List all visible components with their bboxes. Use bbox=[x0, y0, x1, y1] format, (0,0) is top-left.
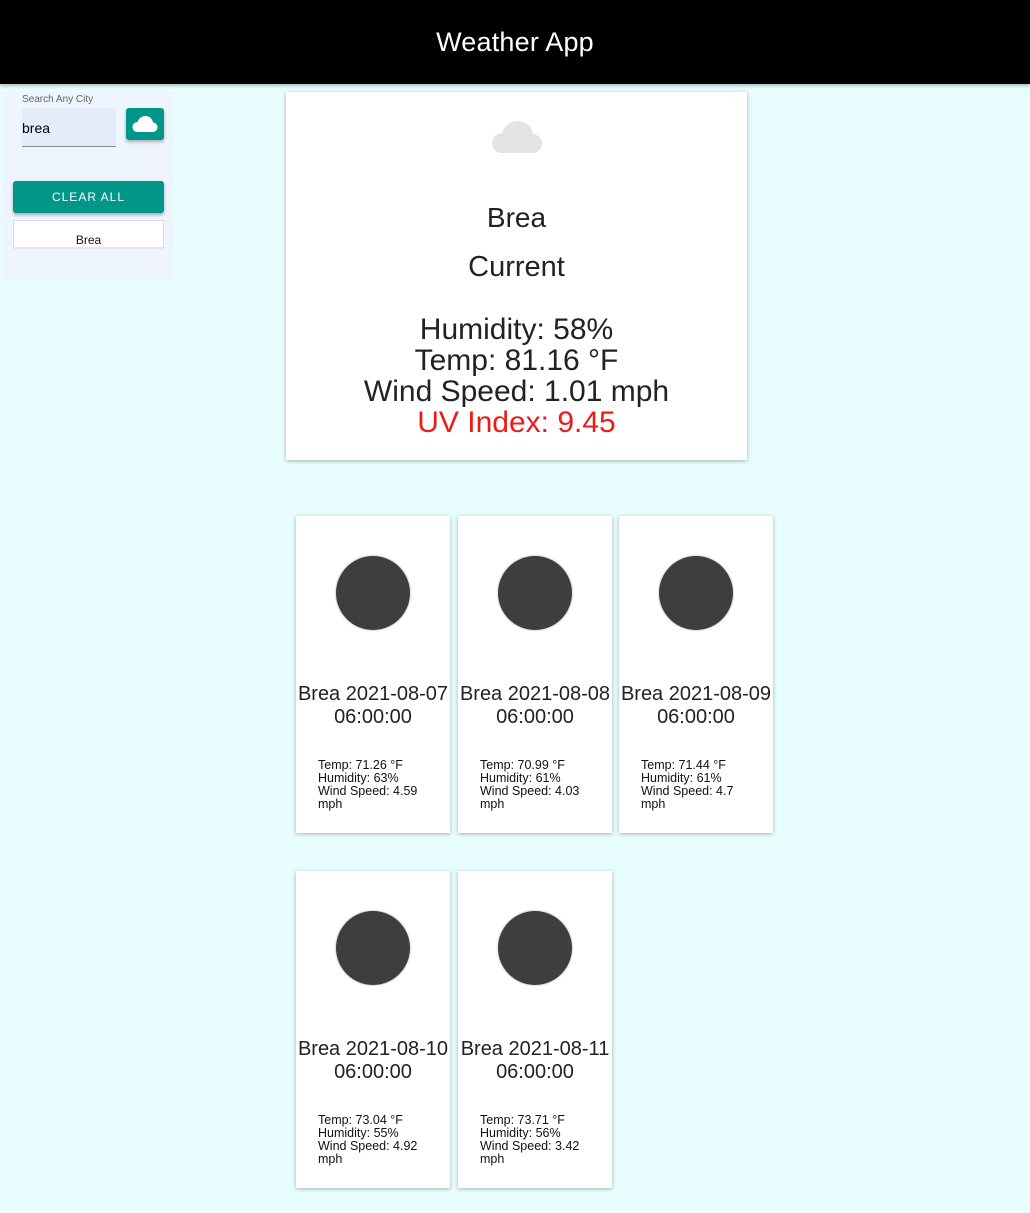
forecast-stats: Temp: 71.26 °F Humidity: 63% Wind Speed:… bbox=[318, 759, 436, 811]
forecast-title: Brea 2021-08-10 06:00:00 bbox=[297, 1038, 449, 1083]
weather-icon-placeholder bbox=[498, 911, 572, 985]
forecast-card: Brea 2021-08-11 06:00:00 Temp: 73.71 °F … bbox=[458, 871, 612, 1188]
search-label: Search Any City bbox=[22, 94, 94, 105]
forecast-card: Brea 2021-08-10 06:00:00 Temp: 73.04 °F … bbox=[296, 871, 450, 1188]
forecast-wind-speed: Wind Speed: 3.42 mph bbox=[480, 1139, 580, 1166]
current-weather-card: Brea Current Humidity: 58% Temp: 81.16 °… bbox=[286, 92, 747, 460]
forecast-title: Brea 2021-08-11 06:00:00 bbox=[460, 1038, 610, 1083]
current-label: Current bbox=[468, 251, 565, 283]
forecast-card: Brea 2021-08-08 06:00:00 Temp: 70.99 °F … bbox=[458, 516, 612, 833]
app-header: Weather App bbox=[0, 0, 1030, 84]
forecast-stats: Temp: 71.44 °F Humidity: 61% Wind Speed:… bbox=[641, 759, 759, 811]
forecast-stats: Temp: 73.71 °F Humidity: 56% Wind Speed:… bbox=[480, 1114, 598, 1166]
search-input[interactable] bbox=[22, 108, 116, 147]
forecast-wind-speed: Wind Speed: 4.7 mph bbox=[641, 784, 734, 811]
clear-all-button[interactable]: CLEAR ALL bbox=[13, 181, 164, 213]
weather-icon-placeholder bbox=[336, 911, 410, 985]
history-item[interactable]: Brea bbox=[13, 220, 164, 249]
current-humidity: Humidity: 58% bbox=[419, 313, 614, 346]
forecast-stats: Temp: 73.04 °F Humidity: 55% Wind Speed:… bbox=[318, 1114, 436, 1166]
search-button[interactable] bbox=[126, 108, 164, 140]
current-city: Brea bbox=[486, 202, 547, 233]
forecast-card: Brea 2021-08-07 06:00:00 Temp: 71.26 °F … bbox=[296, 516, 450, 833]
forecast-title: Brea 2021-08-08 06:00:00 bbox=[459, 683, 611, 728]
forecast-title: Brea 2021-08-07 06:00:00 bbox=[297, 683, 449, 728]
forecast-wind-speed: Wind Speed: 4.92 mph bbox=[318, 1139, 418, 1166]
cloud-icon bbox=[492, 121, 542, 153]
weather-icon-placeholder bbox=[659, 556, 733, 630]
search-sidebar: Search Any City CLEAR ALL Brea bbox=[2, 92, 174, 280]
weather-icon-placeholder bbox=[336, 556, 410, 630]
current-uv-index: UV Index: 9.45 bbox=[417, 406, 616, 439]
current-wind-speed: Wind Speed: 1.01 mph bbox=[363, 375, 670, 408]
forecast-card: Brea 2021-08-09 06:00:00 Temp: 71.44 °F … bbox=[619, 516, 773, 833]
forecast-wind-speed: Wind Speed: 4.03 mph bbox=[480, 784, 580, 811]
forecast-title: Brea 2021-08-09 06:00:00 bbox=[620, 683, 772, 728]
weather-icon-placeholder bbox=[498, 556, 572, 630]
current-stats: Humidity: 58% Temp: 81.16 °F Wind Speed:… bbox=[286, 314, 747, 438]
forecast-stats: Temp: 70.99 °F Humidity: 61% Wind Speed:… bbox=[480, 759, 598, 811]
app-title: Weather App bbox=[436, 26, 594, 57]
cloud-icon bbox=[132, 116, 158, 132]
forecast-wind-speed: Wind Speed: 4.59 mph bbox=[318, 784, 418, 811]
current-temp: Temp: 81.16 °F bbox=[414, 344, 619, 377]
